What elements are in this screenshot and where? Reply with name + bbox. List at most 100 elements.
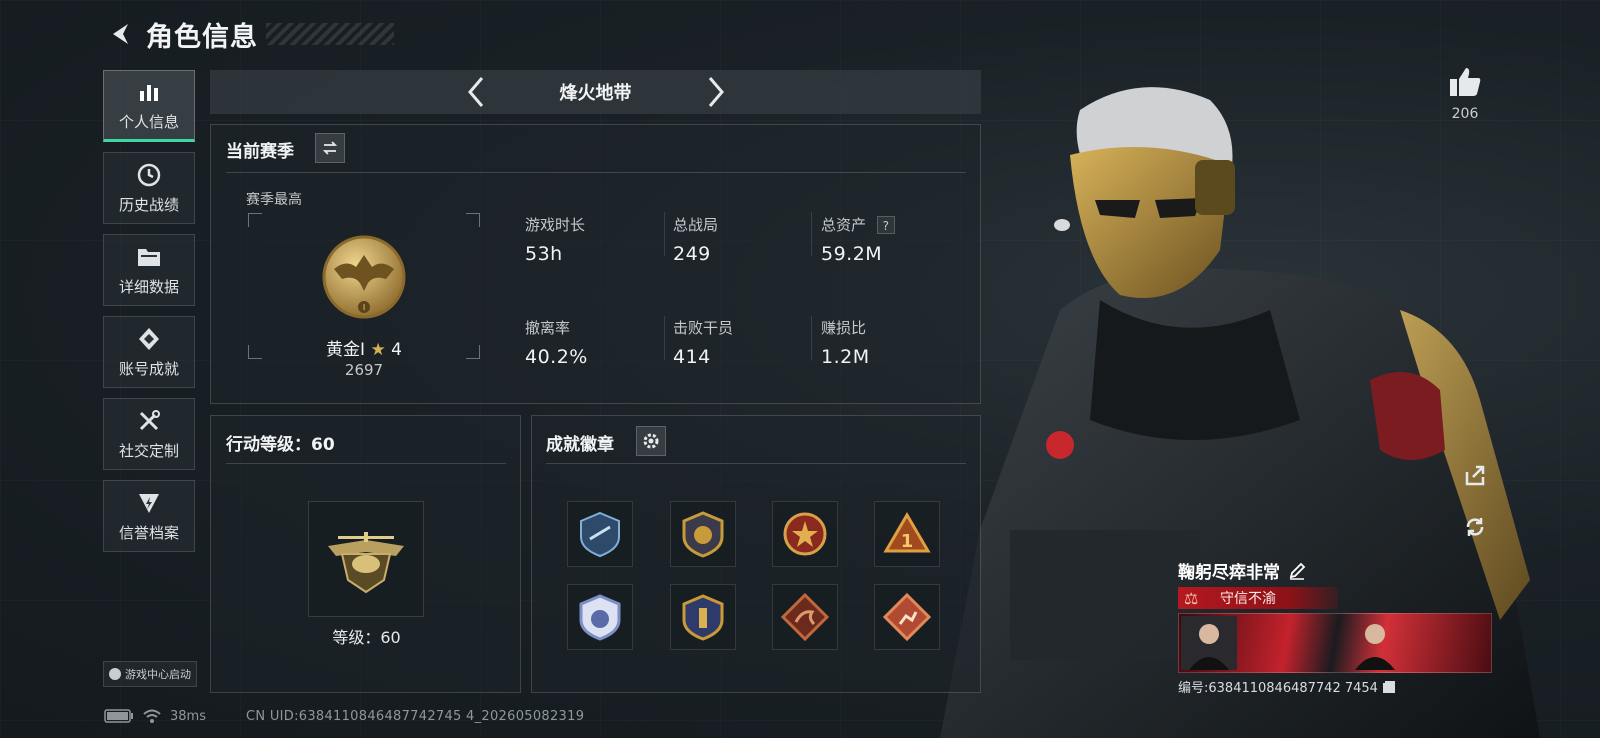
player-card: 鞠躬尽瘁非常 ⚖ 守信不渝 编号:6384110846487742 7454 bbox=[1178, 558, 1492, 698]
badge-slot[interactable] bbox=[567, 584, 633, 650]
stat-total-assets: 总资产 ? 59.2M bbox=[821, 214, 961, 265]
share-icon bbox=[1465, 465, 1485, 486]
stat-value: 40.2% bbox=[525, 346, 588, 368]
qq-icon bbox=[109, 668, 121, 680]
swap-icon bbox=[322, 141, 338, 155]
folder-icon bbox=[136, 244, 162, 270]
sidebar-item-label: 账号成就 bbox=[118, 359, 179, 378]
stat-label: 游戏时长 bbox=[525, 216, 586, 234]
mode-next-button[interactable] bbox=[701, 74, 731, 110]
stat-extract-rate: 撤离率 40.2% bbox=[525, 317, 665, 368]
stat-label: 总战局 bbox=[673, 216, 719, 234]
season-switch-button[interactable] bbox=[315, 133, 345, 163]
helicopter-emblem-icon bbox=[328, 532, 404, 594]
wifi-icon bbox=[143, 709, 161, 723]
stat-operators-defeated: 击败干员 414 bbox=[673, 317, 813, 368]
star-icon: ★ bbox=[370, 340, 386, 360]
mode-selector: 烽火地带 bbox=[210, 70, 981, 114]
badge-slot[interactable] bbox=[772, 584, 838, 650]
blue-shield-badge-icon bbox=[579, 594, 621, 641]
motto-bar: ⚖ 守信不渝 bbox=[1178, 587, 1338, 609]
sidebar-item-personal-info[interactable]: 个人信息 bbox=[103, 70, 195, 142]
sidebar-item-label: 信誉档案 bbox=[118, 523, 179, 542]
badge-slot[interactable] bbox=[670, 501, 736, 567]
stat-value: 59.2M bbox=[821, 243, 883, 265]
badge-slot[interactable] bbox=[772, 501, 838, 567]
launch-label: 游戏中心启动 bbox=[125, 668, 191, 681]
stat-play-time: 游戏时长 53h bbox=[525, 214, 665, 265]
bar-chart-icon bbox=[136, 79, 162, 105]
back-arrow-icon bbox=[113, 24, 128, 44]
status-bar: 38ms CN UID:6384110846487742745 4_202605… bbox=[104, 707, 584, 725]
banner-portrait-left bbox=[1181, 616, 1237, 670]
badge-slot[interactable] bbox=[874, 584, 940, 650]
runner-diamond-badge-icon bbox=[882, 592, 932, 642]
season-title: 当前赛季 bbox=[226, 142, 294, 162]
ping-value: 38ms bbox=[170, 708, 206, 724]
profile-banner[interactable] bbox=[1178, 613, 1492, 673]
stat-profit-loss: 赚损比 1.2M bbox=[821, 317, 961, 368]
badge-slot[interactable] bbox=[670, 584, 736, 650]
sidebar-item-history[interactable]: 历史战绩 bbox=[103, 152, 195, 224]
action-level-title: 行动等级：60 bbox=[226, 435, 335, 455]
action-level-panel: 行动等级：60 等级：60 bbox=[210, 415, 521, 693]
level-divider bbox=[226, 463, 506, 464]
clock-icon bbox=[136, 162, 162, 188]
like-counter[interactable]: 206 bbox=[1440, 66, 1490, 122]
refresh-button[interactable] bbox=[1458, 510, 1492, 544]
sidebar-item-label: 社交定制 bbox=[118, 441, 179, 460]
rank-line: 黄金I ★ 4 bbox=[248, 335, 480, 360]
page-title: 角色信息 bbox=[146, 21, 258, 53]
edit-name-button[interactable] bbox=[1288, 562, 1306, 580]
achievement-badges-panel: 成就徽章 1 bbox=[531, 415, 981, 693]
season-divider bbox=[226, 172, 966, 173]
stat-total-matches: 总战局 249 bbox=[673, 214, 813, 265]
thumbs-up-icon bbox=[1450, 68, 1481, 96]
banner-portrait-right bbox=[1355, 624, 1395, 670]
number-one-triangle-badge-icon: 1 bbox=[883, 512, 931, 553]
like-count: 206 bbox=[1451, 106, 1479, 122]
svg-text:I: I bbox=[363, 303, 365, 312]
share-button[interactable] bbox=[1458, 458, 1492, 492]
season-best-label: 赛季最高 bbox=[246, 192, 302, 208]
badge-slot[interactable]: 1 bbox=[874, 501, 940, 567]
red-star-badge-icon bbox=[783, 512, 827, 556]
sidebar-item-achievements[interactable]: 账号成就 bbox=[103, 316, 195, 388]
tech-crest-badge-icon bbox=[580, 511, 620, 558]
diamond-badge-icon bbox=[136, 326, 162, 352]
copy-icon bbox=[1382, 680, 1395, 693]
sidebar-item-reputation[interactable]: 信誉档案 bbox=[103, 480, 195, 552]
refresh-icon bbox=[1466, 518, 1484, 536]
gold-wing-badge-icon bbox=[682, 511, 724, 558]
gold-shield-badge-icon bbox=[682, 594, 724, 641]
copy-button[interactable] bbox=[1382, 680, 1396, 694]
dragon-diamond-badge-icon bbox=[780, 592, 830, 642]
badges-title: 成就徽章 bbox=[546, 435, 614, 455]
player-name-row: 鞠躬尽瘁非常 bbox=[1178, 558, 1492, 583]
rank-stars: 4 bbox=[391, 340, 402, 360]
stat-value: 414 bbox=[673, 346, 711, 368]
pencil-icon bbox=[1289, 562, 1306, 580]
sidebar-item-social[interactable]: 社交定制 bbox=[103, 398, 195, 470]
uid-text: CN UID:6384110846487742745 4_20260508231… bbox=[245, 708, 585, 724]
badge-slot[interactable] bbox=[567, 501, 633, 567]
sidebar-item-label: 详细数据 bbox=[118, 277, 179, 296]
rank-score: 2697 bbox=[344, 361, 384, 379]
mode-prev-button[interactable] bbox=[461, 74, 491, 110]
mode-name: 烽火地带 bbox=[559, 83, 632, 104]
stat-label: 总资产 bbox=[821, 216, 867, 234]
help-icon[interactable]: ? bbox=[876, 216, 895, 234]
svg-text:1: 1 bbox=[901, 531, 914, 552]
stat-label-row: 总资产 ? bbox=[821, 214, 961, 235]
gold-rank-emblem-icon: I bbox=[322, 235, 406, 319]
badges-settings-button[interactable] bbox=[636, 426, 666, 456]
stat-value: 249 bbox=[673, 243, 711, 265]
serial-line: 编号:6384110846487742 7454 bbox=[1178, 677, 1492, 696]
top-bar: 角色信息 bbox=[104, 14, 394, 54]
gear-icon bbox=[643, 433, 659, 449]
back-button[interactable] bbox=[104, 17, 138, 51]
title-decoration bbox=[266, 23, 394, 45]
sidebar-item-detailed-data[interactable]: 详细数据 bbox=[103, 234, 195, 306]
motto-text: 守信不渝 bbox=[1220, 591, 1276, 607]
stat-label: 击败干员 bbox=[673, 319, 734, 337]
